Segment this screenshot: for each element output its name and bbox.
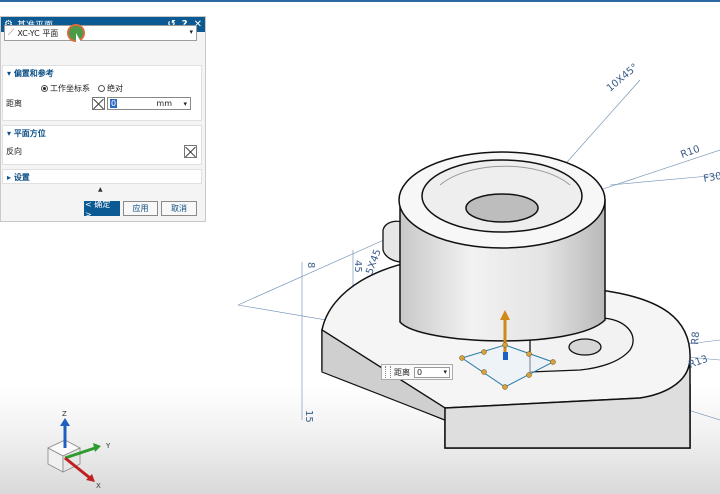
floating-distance-box[interactable]: 距离 0 ▾ [381,364,453,380]
mouse-cursor-icon [76,33,81,42]
reverse-direction-icon[interactable] [184,145,197,158]
settings-section: ▸ 设置 [2,169,202,184]
offset-section: ▾ 偏置和参考 工作坐标系 绝对 距离 0 mm ▾ [2,65,202,121]
dim-15[interactable]: 15 [303,410,314,423]
reverse-label: 反向 [6,147,22,156]
radio-wcs-label: 工作坐标系 [50,84,90,93]
dim-f30[interactable]: F30 [703,171,720,185]
distance-unit: mm [156,99,172,108]
apply-button[interactable]: 应用 [123,201,158,216]
distance-input[interactable]: 0 mm ▾ [107,97,191,110]
chevron-down-icon[interactable]: ▾ [189,28,193,36]
reverse-offset-icon[interactable] [92,97,105,110]
cancel-button[interactable]: 取消 [161,201,197,216]
dim-45[interactable]: 45 [352,260,363,273]
axis-y-label: Y [105,442,111,450]
radio-absolute-label: 绝对 [107,84,123,93]
plane-type-dropdown[interactable]: ⟋ XC-YC 平面 ▾ [4,25,197,41]
chevron-down-icon[interactable]: ▾ [443,368,447,376]
axis-z-label: Z [62,410,67,418]
dim-r8[interactable]: R8 [690,331,702,345]
plane-type-icon: ⟋ [8,28,15,38]
axis-triad: Z Y X [47,410,111,490]
floating-distance-value: 0 [417,367,423,377]
dim-8[interactable]: 8 [305,262,316,268]
floating-distance-input[interactable]: 0 ▾ [414,366,450,378]
dim-chamfer-10x45[interactable]: 10X45° [605,62,641,94]
collapse-dialog-icon[interactable]: ▲ [98,186,103,193]
radio-wcs[interactable] [41,85,48,92]
axis-x-label: X [96,482,101,490]
dim-r10[interactable]: R10 [679,144,701,161]
settings-section-header[interactable]: ▸ 设置 [3,170,201,185]
ok-button[interactable]: < 确定 > [84,200,120,219]
chevron-down-icon[interactable]: ▾ [183,100,187,108]
orientation-section-header[interactable]: ▾ 平面方位 [3,126,201,141]
distance-value: 0 [110,99,118,108]
radio-absolute[interactable] [98,85,105,92]
distance-label: 距离 [6,99,22,108]
offset-section-header[interactable]: ▾ 偏置和参考 [3,66,201,81]
floating-distance-label: 距离 [394,367,410,377]
plane-type-value: XC-YC 平面 [17,28,59,38]
drag-grip-icon[interactable] [385,366,391,378]
orientation-section: ▾ 平面方位 反向 [2,125,202,165]
